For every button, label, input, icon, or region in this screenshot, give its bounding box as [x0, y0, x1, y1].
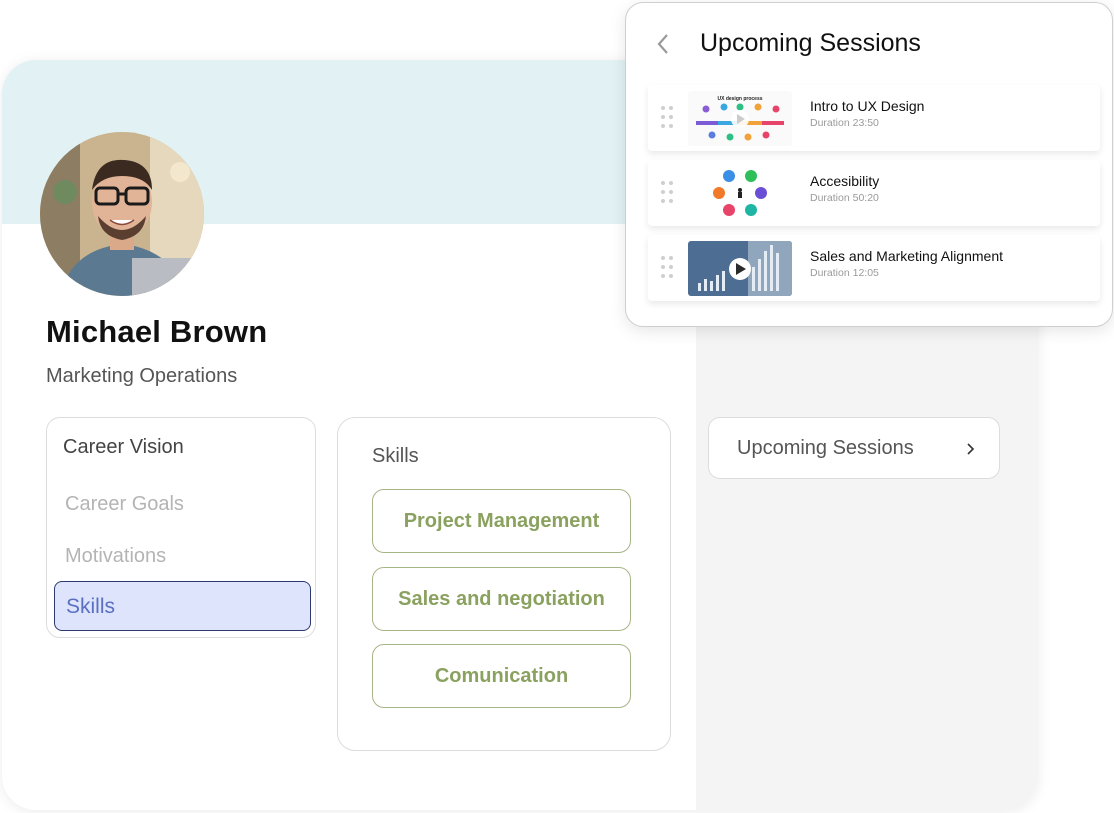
session-title: Accesibility — [810, 173, 880, 189]
skill-chip-sales-negotiation[interactable]: Sales and negotiation — [372, 567, 631, 631]
popup-title: Upcoming Sessions — [700, 29, 921, 57]
profile-role: Marketing Operations — [46, 365, 238, 387]
session-thumbnail: UX design process — [688, 91, 792, 146]
skills-title: Skills — [372, 445, 419, 467]
career-menu-title: Career Vision — [63, 436, 184, 458]
thumb-caption: UX design process — [717, 96, 762, 102]
session-title: Sales and Marketing Alignment — [810, 248, 1003, 264]
upcoming-sessions-popup: Upcoming Sessions UX design process Intr… — [625, 2, 1113, 327]
upcoming-sessions-label: Upcoming Sessions — [737, 437, 914, 459]
career-vision-menu: Career Vision Career Goals Motivations S… — [46, 417, 316, 638]
menu-item-career-goals[interactable]: Career Goals — [65, 493, 184, 516]
session-duration: Duration 23:50 — [810, 117, 879, 129]
session-thumbnail — [688, 166, 792, 221]
chevron-right-icon — [965, 442, 975, 461]
menu-item-motivations[interactable]: Motivations — [65, 545, 166, 568]
avatar — [40, 132, 204, 296]
session-duration: Duration 50:20 — [810, 192, 879, 204]
session-duration: Duration 12:05 — [810, 267, 879, 279]
profile-name: Michael Brown — [46, 314, 268, 349]
skill-chip-project-management[interactable]: Project Management — [372, 489, 631, 553]
drag-handle-icon[interactable] — [660, 255, 674, 284]
back-chevron-icon[interactable] — [656, 33, 670, 60]
drag-handle-icon[interactable] — [660, 180, 674, 209]
session-thumbnail — [688, 241, 792, 296]
menu-item-skills[interactable]: Skills — [54, 581, 311, 631]
drag-handle-icon[interactable] — [660, 105, 674, 134]
session-title: Intro to UX Design — [810, 98, 925, 114]
session-row-accessibility[interactable]: Accesibility Duration 50:20 — [648, 160, 1100, 226]
skill-chip-communication[interactable]: Comunication — [372, 644, 631, 708]
session-row-sales-marketing[interactable]: Sales and Marketing Alignment Duration 1… — [648, 235, 1100, 301]
upcoming-sessions-button[interactable]: Upcoming Sessions — [708, 417, 1000, 479]
session-row-ux-design[interactable]: UX design process Intro to UX Design Dur… — [648, 85, 1100, 151]
skills-card: Skills Project Management Sales and nego… — [337, 417, 671, 751]
